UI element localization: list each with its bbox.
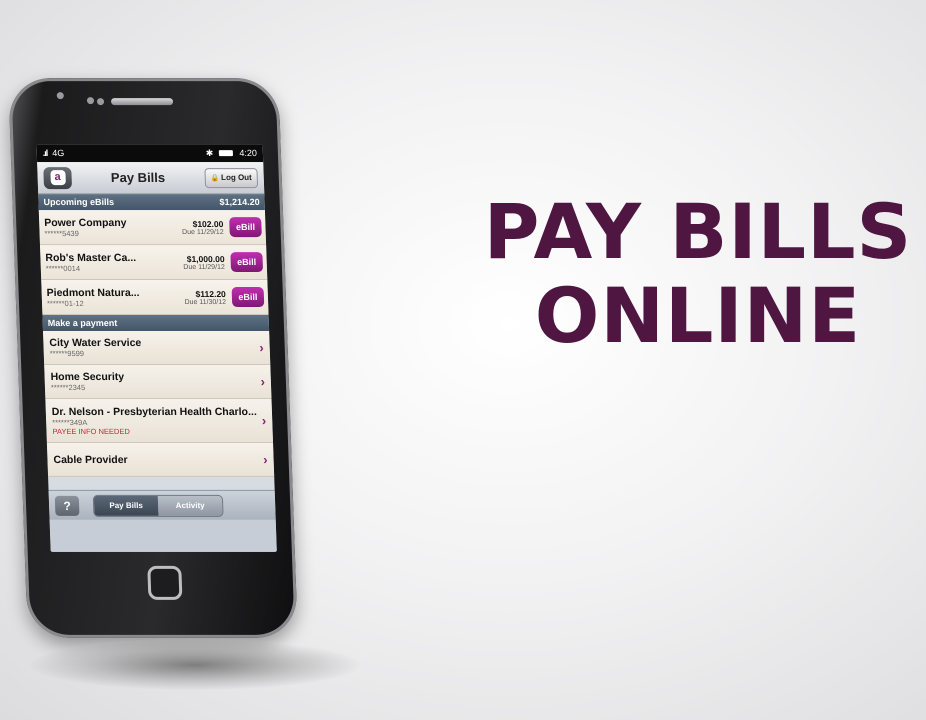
payee-account: ******9599: [49, 349, 85, 358]
bill-amount: $102.00: [192, 218, 224, 229]
payee-row[interactable]: Cable Provider ›: [46, 442, 275, 477]
bluetooth-icon: ✱: [205, 147, 214, 158]
payee-name: Cable Provider: [53, 453, 128, 466]
tab-switcher: Pay Bills Activity: [92, 494, 224, 517]
chevron-right-icon: ›: [259, 340, 264, 356]
lock-icon: 🔒: [210, 174, 220, 182]
app-logo-icon: a: [49, 170, 66, 186]
bottom-toolbar: ? Pay Bills Activity: [48, 489, 276, 520]
payee-name: Dr. Nelson - Presbyterian Health Charlo.…: [51, 405, 257, 418]
payee-name: Home Security: [50, 370, 125, 383]
payee-row[interactable]: Home Security ******2345 ›: [44, 364, 272, 399]
headline-line-1: PAY BILLS: [483, 187, 913, 276]
tab-activity[interactable]: Activity: [157, 495, 223, 516]
bill-amount: $1,000.00: [186, 253, 225, 264]
ebill-row[interactable]: Rob's Master Ca... ******0014 $1,000.00 …: [39, 245, 268, 281]
ebill-button[interactable]: eBill: [230, 252, 264, 273]
chevron-right-icon: ›: [263, 451, 268, 467]
sensor-dot-icon: [96, 98, 105, 106]
upcoming-ebills-header: Upcoming eBills $1,214.20: [38, 194, 265, 211]
payee-account: ******349A: [52, 417, 88, 427]
payee-account: ******5439: [44, 228, 79, 238]
headline-line-2: ONLINE: [534, 271, 862, 360]
payee-account: ******0014: [45, 263, 81, 273]
payee-row[interactable]: Dr. Nelson - Presbyterian Health Charlo.…: [45, 398, 274, 443]
camera-dot-icon: [56, 92, 64, 100]
chevron-right-icon: ›: [261, 412, 267, 428]
network-label: 4G: [52, 148, 65, 159]
page-title: Pay Bills: [110, 170, 166, 186]
battery-icon: [219, 150, 234, 157]
speaker-grille: [110, 98, 174, 106]
payee-name: Rob's Master Ca...: [45, 251, 137, 264]
bill-due-date: Due 11/29/12: [183, 263, 225, 271]
ebill-row[interactable]: Piedmont Natura... ******01-12 $112.20 D…: [41, 280, 269, 316]
payee-name: City Water Service: [49, 337, 142, 350]
screen-footer: [49, 519, 277, 552]
payee-account: ******2345: [50, 382, 86, 392]
nav-bar: a Pay Bills 🔒 Log Out: [37, 162, 265, 195]
tab-pay-bills[interactable]: Pay Bills: [93, 495, 159, 516]
logout-label: Log Out: [220, 173, 252, 183]
payee-name: Piedmont Natura...: [46, 286, 140, 299]
clock-time: 4:20: [239, 148, 258, 159]
phone-screen: .ıl 4G ✱ 4:20 a Pay Bills 🔒 Log Out Upco…: [36, 144, 277, 552]
make-payment-title: Make a payment: [47, 318, 118, 329]
phone-device: .ıl 4G ✱ 4:20 a Pay Bills 🔒 Log Out Upco…: [8, 78, 298, 638]
make-payment-header: Make a payment: [42, 315, 270, 332]
chevron-right-icon: ›: [260, 373, 266, 389]
upcoming-ebills-total: $1,214.20: [219, 197, 260, 208]
phone-shadow: [30, 640, 360, 690]
logout-button[interactable]: 🔒 Log Out: [204, 167, 259, 188]
payee-row[interactable]: City Water Service ******9599 ›: [42, 331, 271, 365]
payee-account: ******01-12: [46, 298, 84, 308]
signal-icon: .ıl: [42, 148, 48, 159]
bill-amount: $112.20: [195, 288, 226, 299]
payee-name: Power Company: [43, 216, 127, 229]
ebill-button[interactable]: eBill: [229, 217, 262, 238]
sensor-dot-icon: [86, 97, 95, 105]
bill-due-date: Due 11/29/12: [181, 228, 224, 236]
help-button[interactable]: ?: [54, 495, 80, 516]
page-headline: PAY BILLS ONLINE: [470, 190, 926, 358]
back-button[interactable]: a: [43, 166, 73, 189]
bill-due-date: Due 11/30/12: [184, 298, 227, 306]
payee-warning: PAYEE INFO NEEDED: [52, 426, 130, 436]
ebill-button[interactable]: eBill: [231, 287, 265, 308]
upcoming-ebills-title: Upcoming eBills: [43, 197, 115, 208]
status-bar: .ıl 4G ✱ 4:20: [36, 144, 264, 163]
ebill-row[interactable]: Power Company ******5439 $102.00 Due 11/…: [38, 210, 267, 246]
home-button[interactable]: [147, 565, 183, 600]
